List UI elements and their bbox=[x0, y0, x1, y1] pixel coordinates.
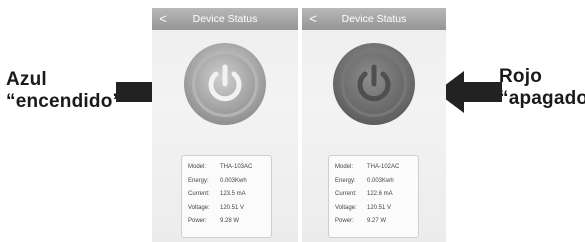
info-row-current: Current: 122.6 mA bbox=[335, 191, 393, 197]
info-row-model: Model: THA-103AC bbox=[188, 164, 253, 170]
label-blue-on: Azul “encendido” bbox=[6, 69, 122, 113]
label-red-off: Rojo “apagado” bbox=[499, 66, 585, 110]
info-row-power: Power: 9.27 W bbox=[335, 218, 387, 224]
device-info-card: Model: THA-103AC Energy: 0.003Kwh Curren… bbox=[181, 155, 272, 238]
info-row-model: Model: THA-102AC bbox=[335, 164, 400, 170]
device-status-screen-off: < Device Status Model: THA-102AC Energy:… bbox=[302, 8, 446, 242]
info-row-energy: Energy: 0.003Kwh bbox=[335, 177, 394, 184]
screen-title: Device Status bbox=[341, 13, 407, 25]
info-row-voltage: Voltage: 120.51 V bbox=[335, 204, 392, 211]
info-row-energy: Energy: 0.003Kwh bbox=[188, 177, 247, 184]
screen-title: Device Status bbox=[192, 13, 258, 25]
power-icon bbox=[333, 43, 415, 125]
label-blue-title: Azul bbox=[6, 69, 47, 90]
device-info-card: Model: THA-102AC Energy: 0.003Kwh Curren… bbox=[328, 155, 419, 238]
device-status-screen-on: < Device Status Model: THA-103AC Energy:… bbox=[152, 8, 298, 242]
power-button[interactable] bbox=[183, 42, 267, 126]
info-row-voltage: Voltage: 120.51 V bbox=[188, 204, 245, 211]
power-button[interactable] bbox=[332, 42, 416, 126]
power-icon bbox=[184, 43, 266, 125]
title-bar: < Device Status bbox=[152, 8, 298, 30]
label-blue-state: “encendido” bbox=[6, 91, 123, 112]
back-button[interactable]: < bbox=[302, 8, 322, 30]
info-row-current: Current: 123.5 mA bbox=[188, 191, 246, 197]
title-bar: < Device Status bbox=[302, 8, 446, 30]
label-red-title: Rojo bbox=[499, 66, 543, 87]
back-button[interactable]: < bbox=[152, 8, 172, 30]
label-red-state: “apagado” bbox=[499, 88, 585, 109]
info-row-power: Power: 9.28 W bbox=[188, 218, 240, 224]
